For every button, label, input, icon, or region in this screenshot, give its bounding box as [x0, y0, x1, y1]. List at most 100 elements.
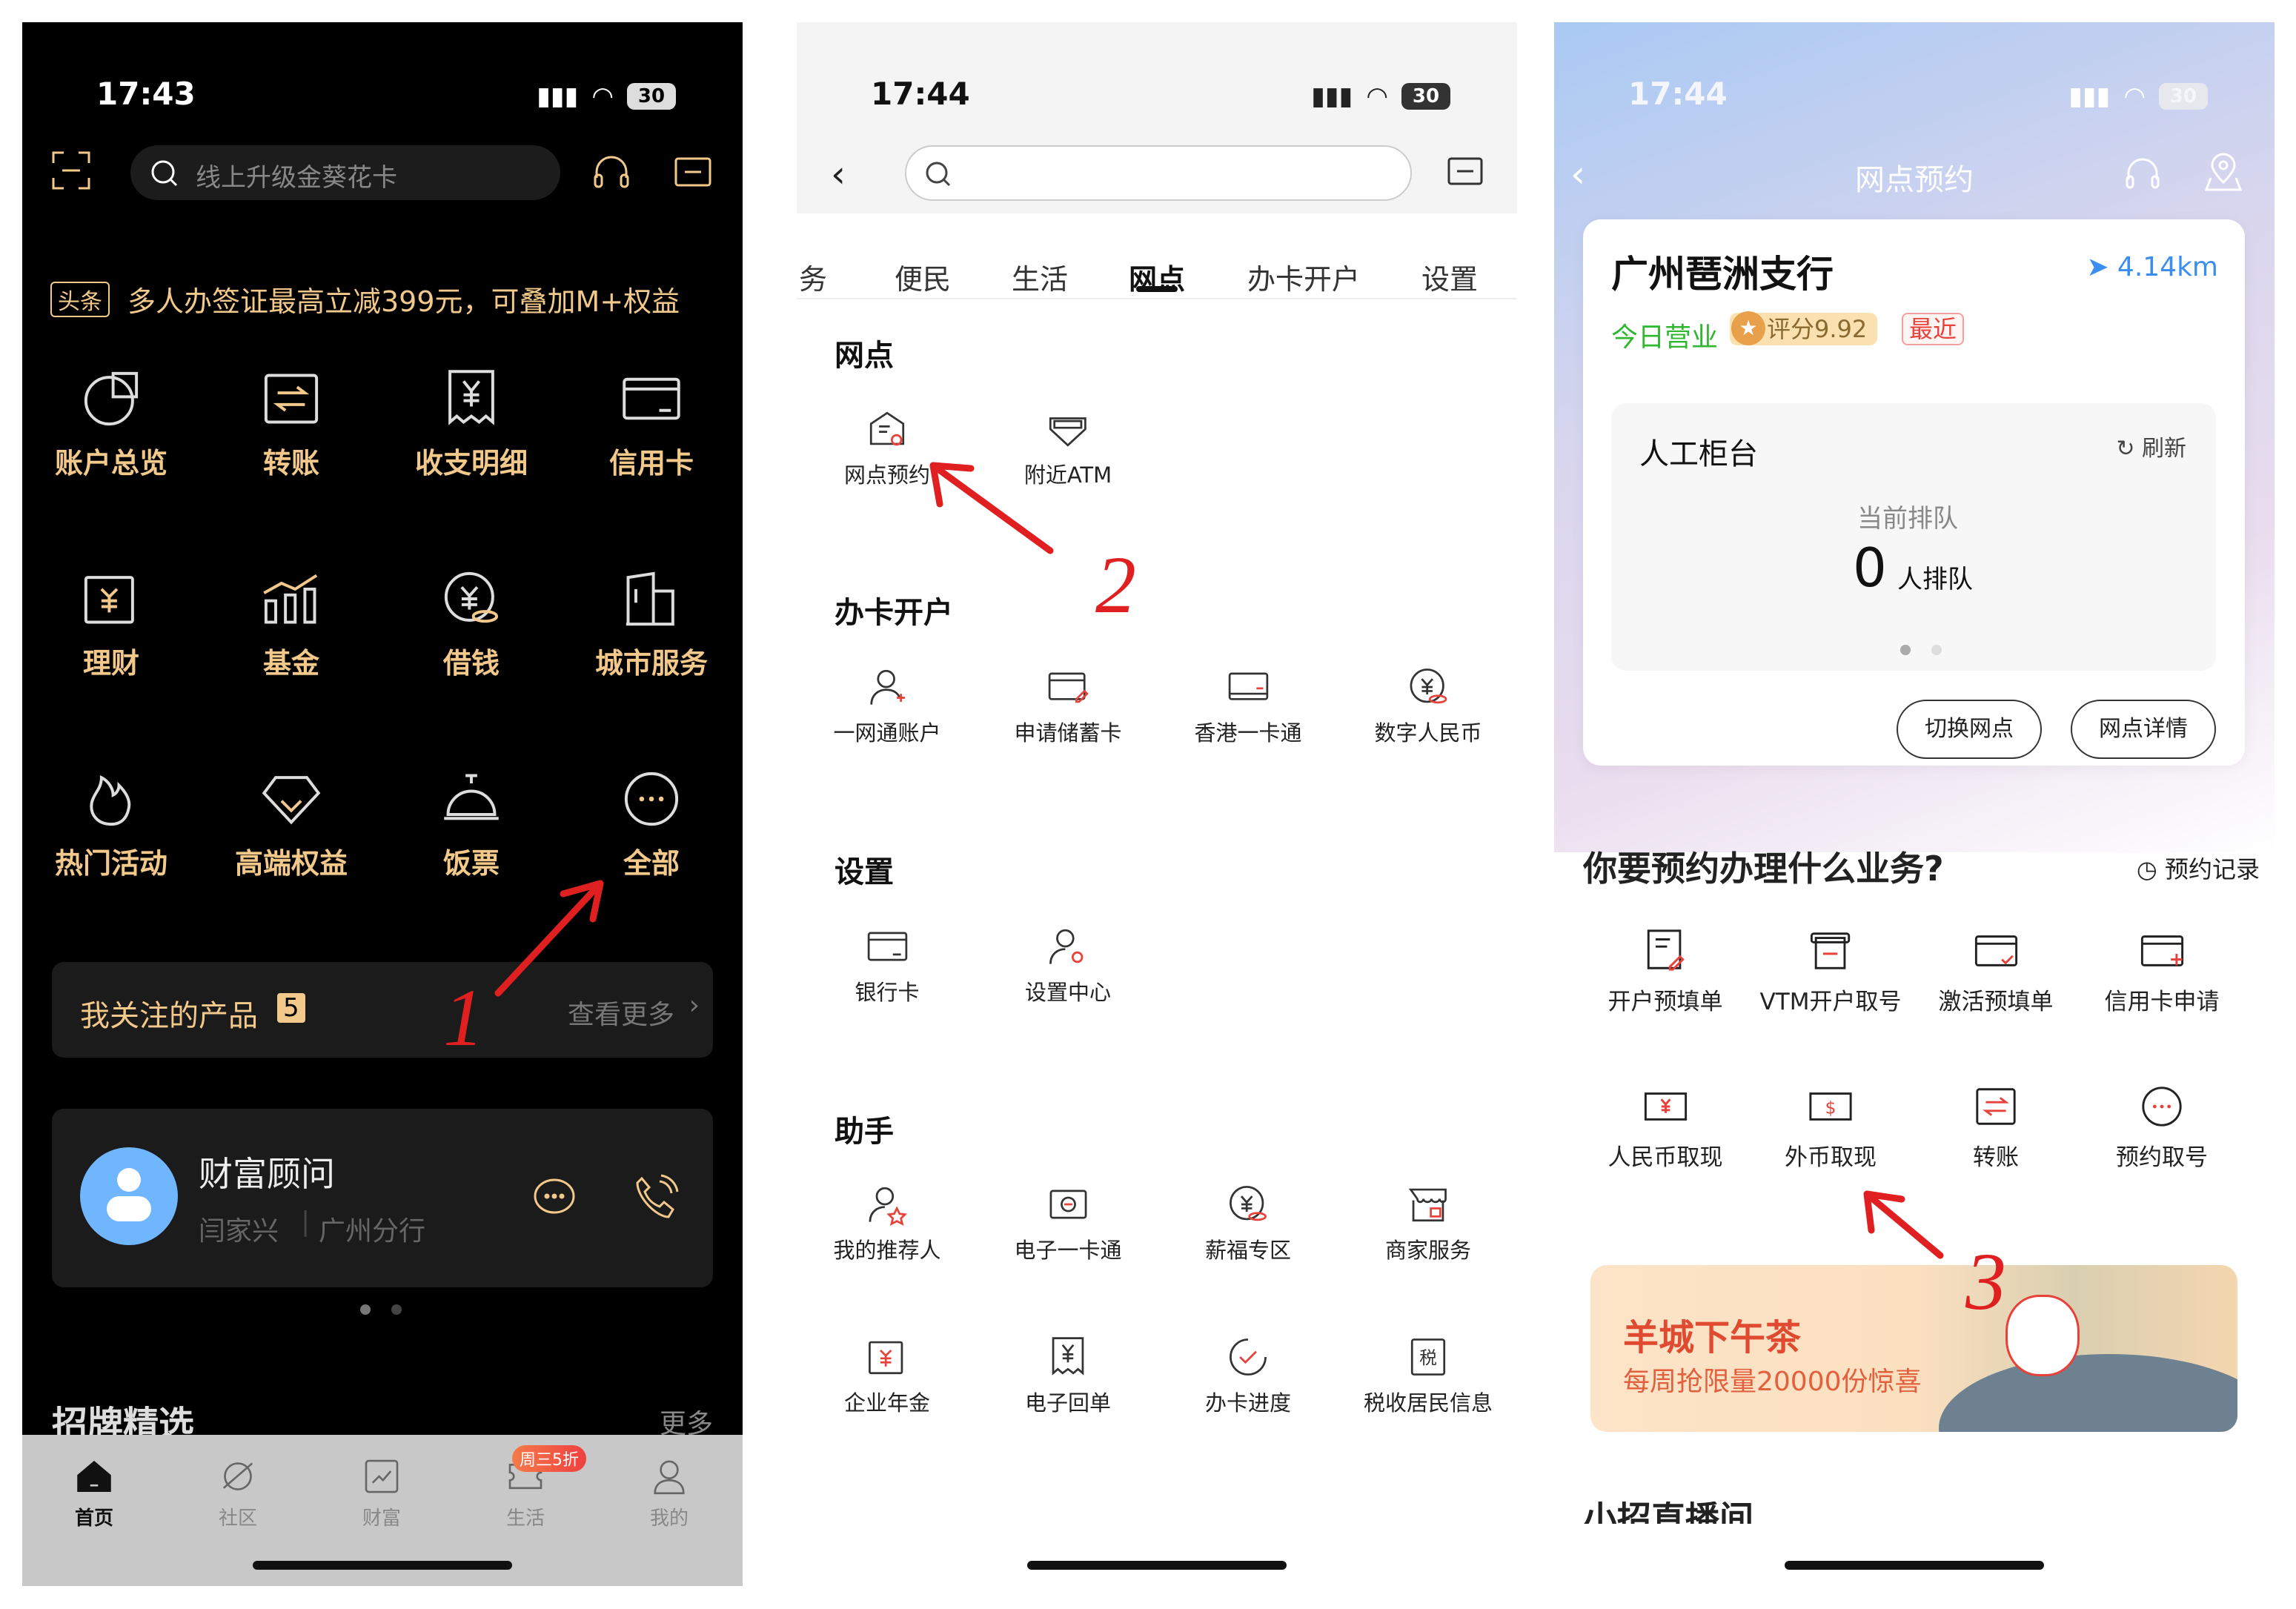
tab-person[interactable]: 我的	[648, 1456, 690, 1530]
grid-item-yuan-doc[interactable]: 企业年金	[844, 1336, 930, 1417]
grid-item-cash-dollar[interactable]: $ 外币取现	[1785, 1084, 1877, 1172]
tab-wealth[interactable]: 财富	[361, 1456, 402, 1530]
grid-item-yuan-coin[interactable]: 数字人民币	[1374, 666, 1482, 747]
search-input[interactable]: 线上升级金葵花卡	[130, 145, 560, 200]
location-icon[interactable]	[2204, 153, 2243, 196]
section-title: 网点	[835, 339, 894, 373]
grid-item-yuan-doc[interactable]: 理财	[80, 568, 142, 681]
grid-item-shop[interactable]: 商家服务	[1385, 1183, 1471, 1264]
promo-banner[interactable]: 羊城下午茶 每周抢限量20000份惊喜	[1590, 1265, 2237, 1432]
grid-item-tax[interactable]: 税税收居民信息	[1364, 1336, 1493, 1417]
grid-item-atm[interactable]: 附近ATM	[1024, 408, 1112, 489]
grid-item-card-scan[interactable]: 电子一卡通	[1014, 1183, 1122, 1264]
page-title: 网点预约	[1855, 163, 1974, 197]
grid-item-cash-yuan[interactable]: 人民币取现	[1608, 1084, 1723, 1172]
grid-item-hk-card[interactable]: 香港一卡通	[1194, 666, 1302, 747]
grid-item-card-check[interactable]: 激活预填单	[1939, 928, 2054, 1016]
headset-icon[interactable]	[593, 156, 630, 194]
refresh-button[interactable]: ↻ 刷新	[2116, 430, 2186, 462]
person-plus-icon	[869, 669, 905, 705]
grid-item-card[interactable]: 信用卡	[609, 368, 694, 481]
grid-item-card-plus[interactable]: 信用卡申请	[2105, 928, 2220, 1016]
next-section-title-clipped: 小招直播间	[1583, 1502, 1753, 1524]
grid-item-person-gear[interactable]: 设置中心	[1025, 925, 1111, 1006]
section-title: 设置	[835, 855, 894, 889]
card-icon	[867, 932, 907, 961]
branch-detail-button[interactable]: 网点详情	[2071, 700, 2216, 759]
scan-icon[interactable]	[52, 151, 90, 193]
wealth-advisor-card[interactable]: 财富顾问 闫家兴 | 广州分行	[52, 1109, 713, 1287]
phone-icon[interactable]	[634, 1174, 679, 1224]
counter-title: 人工柜台	[1639, 437, 1758, 471]
switch-branch-button[interactable]: 切换网点	[1897, 700, 2042, 759]
grid-item-yuan-coin[interactable]: 薪福专区	[1205, 1183, 1291, 1264]
booking-records-link[interactable]: ◷ 预约记录	[2137, 851, 2260, 885]
status-bar: 17:44 ▮▮▮ ◠ 30	[1554, 76, 2275, 120]
message-icon[interactable]	[1447, 157, 1483, 193]
battery-icon: 30	[627, 83, 676, 110]
yuan-doc-icon	[84, 576, 134, 624]
tab-2[interactable]: 生活	[1012, 256, 1068, 297]
view-more-link[interactable]: 查看更多	[568, 993, 674, 1032]
tab-5[interactable]: 设置	[1421, 256, 1478, 297]
transfer-icon	[1976, 1088, 2016, 1125]
back-icon[interactable]: ‹	[1570, 153, 1585, 196]
grid-item-card-pen[interactable]: 申请储蓄卡	[1014, 666, 1122, 747]
grid-item-transfer[interactable]: 转账	[260, 368, 322, 481]
tab-0[interactable]: 务	[799, 256, 827, 297]
branch-distance: ➤ 4.14km	[2086, 252, 2218, 282]
grid-item-dots[interactable]: 预约取号	[2116, 1084, 2208, 1172]
headline-tag: 头条	[50, 281, 110, 317]
tab-planet[interactable]: 社区	[217, 1456, 259, 1530]
headline-banner[interactable]: 头条 多人办签证最高立减399元，可叠加M+权益	[50, 279, 680, 319]
headline-text: 多人办签证最高立减399元，可叠加M+权益	[127, 285, 680, 318]
chat-icon[interactable]	[532, 1175, 578, 1224]
queue-label: 当前排队	[1857, 504, 1958, 534]
signal-icon: ▮▮▮	[537, 82, 579, 111]
back-icon[interactable]: ‹	[831, 153, 846, 196]
grid-item-progress[interactable]: 办卡进度	[1205, 1336, 1291, 1417]
grid-item-flame[interactable]: 热门活动	[55, 768, 167, 881]
grid-item-receipt[interactable]: 电子回单	[1025, 1336, 1111, 1417]
cash-dollar-icon: $	[1809, 1092, 1852, 1121]
grid-item-person-star[interactable]: 我的推荐人	[833, 1183, 941, 1264]
tab-4[interactable]: 办卡开户	[1247, 256, 1360, 297]
open-status: 今日营业	[1611, 322, 1719, 353]
grid-item-label: 一网通账户	[833, 720, 941, 746]
tab-home[interactable]: 首页	[73, 1456, 115, 1530]
branch-card: 广州琶洲支行 ➤ 4.14km 今日营业 评分9.92 ★ 最近 人工柜台 ↻ …	[1583, 219, 2245, 766]
refresh-icon: ↻	[2116, 436, 2142, 462]
home-icon	[77, 1461, 111, 1492]
grid-item-label: 商家服务	[1384, 1238, 1472, 1263]
grid-item-diamond[interactable]: 高端权益	[235, 768, 348, 881]
grid-item-pie[interactable]: 账户总览	[55, 368, 167, 481]
message-icon[interactable]	[674, 157, 711, 194]
yuan-doc-icon	[869, 1341, 903, 1375]
tab-1[interactable]: 便民	[895, 256, 951, 297]
grid-item-label: 高端权益	[234, 847, 348, 880]
home-indicator	[1027, 1561, 1287, 1570]
grid-item-person-plus[interactable]: 一网通账户	[833, 666, 941, 747]
grid-item-chart[interactable]: 基金	[260, 568, 322, 681]
headset-icon[interactable]	[2125, 157, 2160, 194]
bank-icon	[869, 411, 905, 446]
grid-item-card[interactable]: 银行卡	[855, 925, 920, 1006]
carousel-dot	[1931, 645, 1942, 655]
tab-label: 我的	[649, 1507, 689, 1530]
followed-products-card[interactable]: 我关注的产品 5 查看更多 ›	[52, 962, 713, 1058]
home-screen: 17:43 ▮▮▮ ◠ 30 线上升级金葵花卡 头条 多人办签证最高立减399元，可…	[22, 22, 743, 1586]
grid-item-label: 饭票	[442, 847, 500, 880]
grid-item-bank[interactable]: 网点预约	[844, 408, 930, 489]
grid-item-doc-pen[interactable]: 开户预填单	[1608, 928, 1723, 1016]
grid-item-label: 企业年金	[843, 1390, 931, 1416]
grid-item-receipt[interactable]: 收支明细	[415, 368, 528, 481]
search-input[interactable]	[905, 145, 1412, 201]
grid-item-bell[interactable]: 饭票	[440, 768, 502, 881]
transfer-icon	[264, 374, 319, 424]
grid-item-transfer[interactable]: 转账	[1973, 1084, 2019, 1172]
tab-ticket[interactable]: 生活 周三5折	[505, 1445, 586, 1530]
grid-item-dots[interactable]: 全部	[620, 768, 683, 881]
grid-item-building[interactable]: 城市服务	[595, 568, 708, 681]
grid-item-yuan-coin[interactable]: 借钱	[440, 568, 502, 681]
grid-item-vtm[interactable]: VTM开户取号	[1760, 928, 1901, 1016]
